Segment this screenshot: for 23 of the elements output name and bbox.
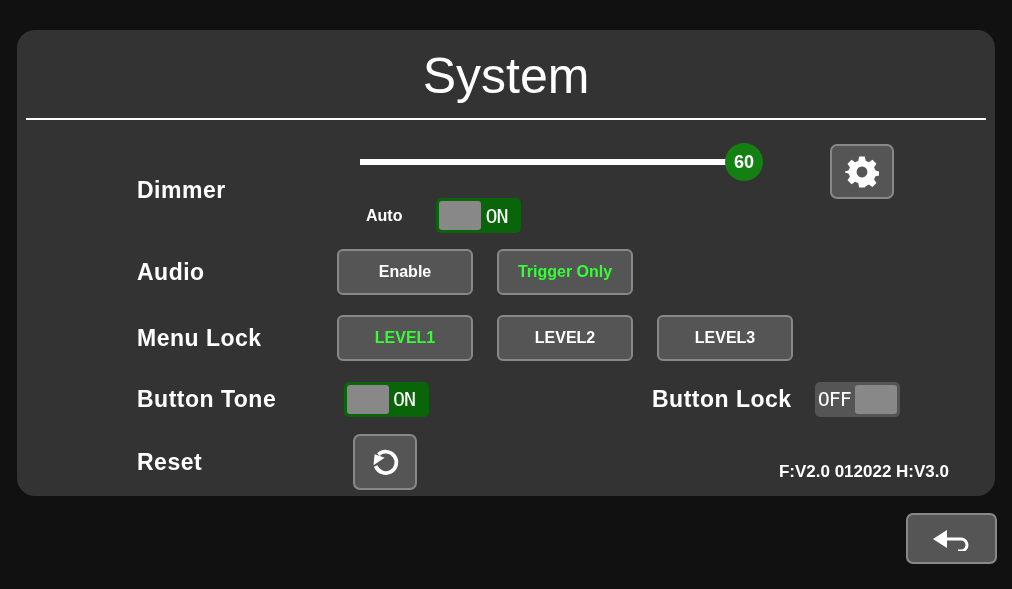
option-button[interactable]: LEVEL3 <box>657 315 793 361</box>
option-button[interactable]: LEVEL1 <box>337 315 473 361</box>
setting-label: Button Lock <box>652 384 792 414</box>
toggle-switch[interactable]: OFF <box>814 381 900 417</box>
panel-title: System <box>422 51 590 101</box>
setting-label: Audio <box>137 258 205 285</box>
version-text: F:V2.0 012022 H:V3.0 <box>778 460 949 483</box>
option-button[interactable]: Enable <box>337 249 473 295</box>
option-button[interactable]: Trigger Only <box>497 249 633 295</box>
reset-button[interactable] <box>353 434 417 490</box>
toggle-switch[interactable]: ON <box>436 198 522 233</box>
setting-label: Dimmer <box>137 175 226 205</box>
setting-label: Button Tone <box>137 385 277 412</box>
option-button[interactable]: LEVEL2 <box>497 315 633 361</box>
back-button[interactable] <box>906 513 997 564</box>
auto-label: Auto <box>366 205 403 226</box>
dimmer-slider[interactable]: 60 <box>360 142 764 182</box>
setting-label: Reset <box>137 448 203 475</box>
toggle-switch[interactable]: ON <box>344 381 429 417</box>
setting-label: Menu Lock <box>137 324 262 351</box>
slider-thumb[interactable]: 60 <box>725 143 763 181</box>
settings-icon <box>845 154 879 189</box>
settings-button[interactable] <box>830 144 894 199</box>
